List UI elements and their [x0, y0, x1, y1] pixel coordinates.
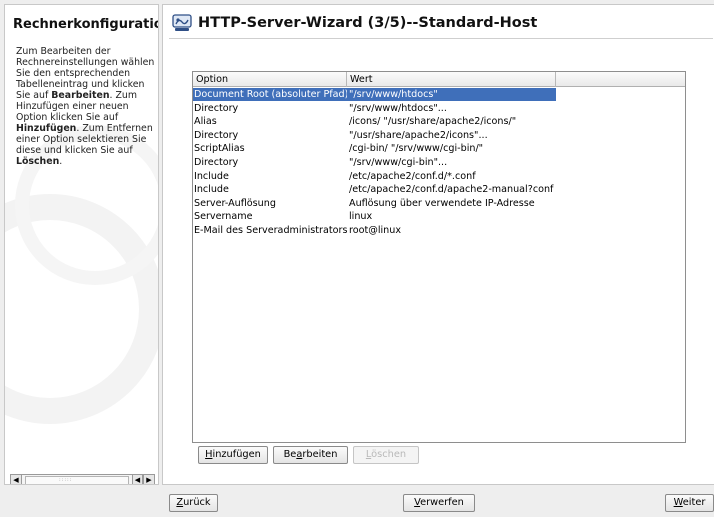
value-cell: /etc/apache2/conf.d/*.conf: [349, 170, 476, 182]
help-text-emphasis: Bearbeiten: [51, 90, 110, 101]
add-button-label: inzufügen: [212, 449, 261, 460]
help-text: Zum Bearbeiten der Rechnereinstellungen …: [16, 46, 156, 167]
help-text-emphasis: Hinzufügen: [16, 123, 77, 134]
value-cell: linux: [349, 211, 373, 223]
arrow-right-icon[interactable]: ▶: [143, 475, 154, 484]
value-cell: /icons/ "/usr/share/apache2/icons/": [349, 116, 517, 128]
option-cell: Include: [194, 170, 229, 182]
scrollbar-thumb[interactable]: [25, 476, 129, 484]
option-cell: ScriptAlias: [194, 143, 245, 155]
help-title: Rechnerkonfiguration: [13, 17, 159, 32]
add-button[interactable]: Hinzufügen: [198, 446, 268, 464]
edit-button-label: rbeiten: [302, 449, 338, 460]
option-cell: Directory: [194, 102, 239, 114]
column-header-value[interactable]: Wert: [347, 72, 556, 87]
option-cell: Document Root (absoluter Pfad): [194, 89, 347, 100]
grip-icon: :::::: [59, 477, 73, 483]
edit-button[interactable]: Bearbeiten: [273, 446, 348, 464]
table-row[interactable]: Document Root (absoluter Pfad) "/srv/www/…: [193, 88, 556, 101]
option-cell: Directory: [194, 157, 239, 168]
title-divider: [169, 38, 713, 39]
help-panel: Rechnerkonfiguration Zum Bearbeiten der …: [4, 4, 159, 485]
next-button-label: eiter: [682, 497, 706, 508]
option-cell: Include: [194, 184, 229, 196]
option-cell: Servername: [194, 211, 253, 223]
table-row[interactable]: Server-Auflösung Auflösung über verwendet…: [193, 197, 556, 210]
table-row[interactable]: E-Mail des Serveradministrators root@linu…: [193, 224, 556, 237]
value-cell: /cgi-bin/ "/srv/www/cgi-bin/": [349, 143, 484, 155]
table-row[interactable]: Directory "/srv/www/htdocs"...: [193, 102, 556, 115]
edit-button-label-start: Be: [283, 449, 297, 460]
back-button[interactable]: Zurück: [169, 494, 218, 512]
network-server-icon: [172, 14, 192, 31]
table-row[interactable]: Servername linux: [193, 210, 556, 223]
value-cell: "/srv/www/htdocs"...: [349, 102, 447, 114]
delete-button[interactable]: Löschen: [353, 446, 419, 464]
back-button-label: urück: [183, 497, 211, 508]
help-horizontal-scrollbar[interactable]: ◀ ::::: ◀ ▶: [10, 474, 155, 484]
wizard-navigation-bar: [0, 487, 714, 517]
value-cell: root@linux: [349, 225, 401, 236]
help-text-fragment: .: [59, 156, 63, 167]
arrow-left-icon[interactable]: ◀: [11, 475, 22, 484]
option-cell: E-Mail des Serveradministrators: [194, 225, 347, 236]
arrow-left-icon[interactable]: ◀: [132, 475, 143, 484]
discard-button-label: erwerfen: [420, 497, 464, 508]
column-header-option[interactable]: Option: [193, 72, 347, 87]
option-cell: Directory: [194, 129, 239, 141]
help-text-emphasis: Löschen: [16, 156, 60, 167]
table-row[interactable]: ScriptAlias/cgi-bin/ "/srv/www/cgi-bin/": [193, 142, 556, 155]
value-cell: "/srv/www/htdocs": [349, 89, 438, 100]
next-button-mnemonic: W: [673, 497, 683, 508]
discard-button[interactable]: Verwerfen: [403, 494, 475, 512]
table-row[interactable]: Include/etc/apache2/conf.d/*.conf: [193, 170, 556, 183]
value-cell: /etc/apache2/conf.d/apache2-manual?conf: [349, 184, 554, 196]
table-row[interactable]: Directory "/srv/www/cgi-bin"...: [193, 156, 556, 169]
table-row[interactable]: Include/etc/apache2/conf.d/apache2-manua…: [193, 183, 556, 196]
delete-button-label: öschen: [371, 449, 407, 460]
options-table[interactable]: Option Wert Document Root (absoluter Pfa…: [192, 71, 686, 443]
table-row[interactable]: Directory "/usr/share/apache2/icons"...: [193, 129, 556, 142]
value-cell: "/srv/www/cgi-bin"...: [349, 157, 448, 168]
value-cell: "/usr/share/apache2/icons"...: [349, 129, 488, 141]
option-cell: Server-Auflösung: [194, 197, 276, 209]
main-panel: HTTP-Server-Wizard (3/5)--Standard-Host …: [162, 4, 714, 485]
option-cell: Alias: [194, 116, 217, 128]
table-row[interactable]: Alias/icons/ "/usr/share/apache2/icons/": [193, 115, 556, 128]
page-title: HTTP-Server-Wizard (3/5)--Standard-Host: [198, 15, 538, 31]
value-cell: Auflösung über verwendete IP-Adresse: [349, 197, 535, 209]
next-button[interactable]: Weiter: [665, 494, 714, 512]
table-header: Option Wert: [193, 72, 685, 87]
